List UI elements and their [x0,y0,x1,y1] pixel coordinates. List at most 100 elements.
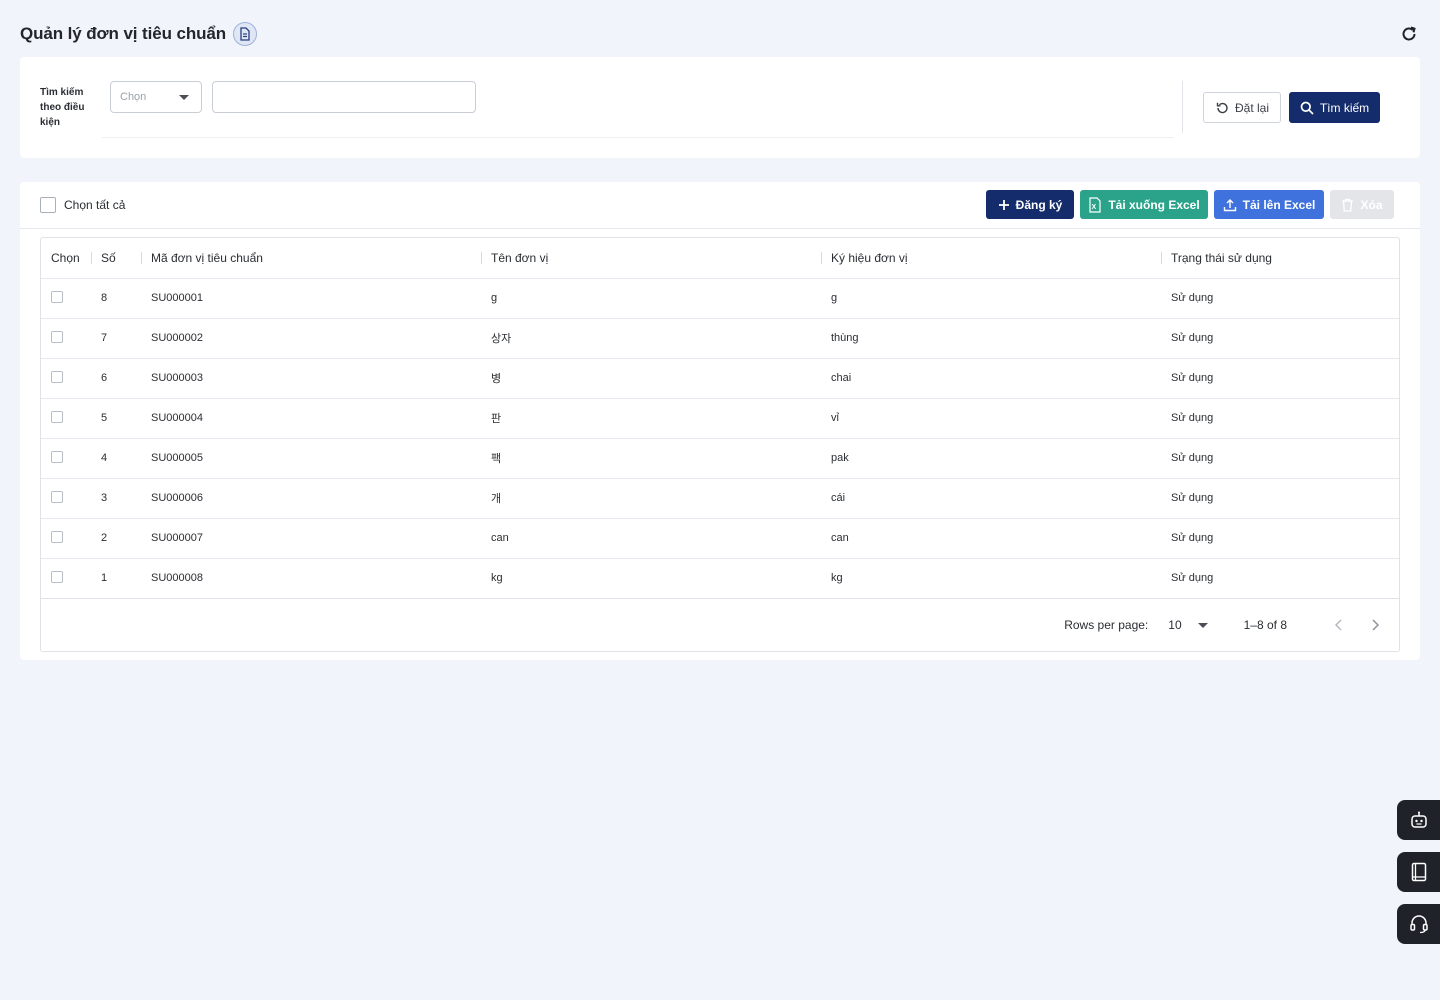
register-button[interactable]: Đăng ký [986,190,1074,219]
cell-symbol: vỉ [821,398,1161,439]
cell-number: 3 [91,478,141,519]
cell-number: 1 [91,558,141,599]
table-row[interactable]: 5 SU000004 판 vỉ Sử dụng [41,398,1399,439]
row-checkbox[interactable] [51,570,63,583]
chevron-right-icon [1372,618,1380,631]
page-title: Quản lý đơn vị tiêu chuẩn [20,24,227,43]
row-checkbox[interactable] [51,290,63,303]
divider [1182,81,1183,133]
headset-icon [1409,915,1428,934]
cell-code: SU000005 [141,438,481,479]
row-checkbox[interactable] [51,450,63,463]
cell-code: SU000008 [141,558,481,599]
trash-icon [1342,198,1354,212]
rows-per-page-label: Rows per page: [1064,617,1149,632]
search-panel: Tìm kiếm theo điều kiện Chọn Đặt lại Tìm… [20,57,1420,158]
chatbot-button[interactable] [1397,800,1440,840]
cell-number: 7 [91,318,141,359]
rows-per-page-select[interactable]: 10 [1168,617,1208,632]
refresh-icon[interactable] [1398,23,1420,45]
delete-button[interactable]: Xóa [1330,190,1394,219]
table-row[interactable]: 4 SU000005 팩 pak Sử dụng [41,438,1399,479]
reset-button-label: Đặt lại [1234,100,1269,115]
table-row[interactable]: 1 SU000008 kg kg Sử dụng [41,558,1399,599]
cell-code: SU000004 [141,398,481,439]
table-row[interactable]: 3 SU000006 개 cái Sử dụng [41,478,1399,519]
cell-status: Sử dụng [1161,518,1399,559]
cell-symbol: g [821,278,1161,319]
cell-status: Sử dụng [1161,358,1399,399]
next-page-button[interactable] [1365,615,1385,635]
robot-icon [1410,811,1427,828]
register-button-label: Đăng ký [1015,197,1063,212]
table-header-row: Chọn Số Mã đơn vị tiêu chuẩn Tên đơn vị … [41,238,1399,279]
caret-down-icon [1197,623,1208,628]
delete-button-label: Xóa [1360,197,1383,212]
book-icon [1411,862,1426,882]
support-button[interactable] [1397,904,1440,944]
row-checkbox[interactable] [51,410,63,423]
table-row[interactable]: 6 SU000003 병 chai Sử dụng [41,358,1399,399]
cell-status: Sử dụng [1161,398,1399,439]
cell-number: 8 [91,278,141,319]
search-icon [1300,101,1314,115]
manual-button[interactable] [1397,852,1440,892]
rows-per-page-value: 10 [1168,617,1182,632]
column-header-symbol[interactable]: Ký hiệu đơn vị [821,238,1161,279]
checkbox[interactable] [40,197,56,213]
cell-number: 6 [91,358,141,399]
cell-name: 개 [481,478,821,519]
unit-list-panel: Chọn tất cả Đăng ký X Tải xuống Excel Tả… [20,182,1420,660]
cell-number: 2 [91,518,141,559]
upload-excel-button[interactable]: Tải lên Excel [1214,190,1324,219]
table-row[interactable]: 8 SU000001 g g Sử dụng [41,278,1399,319]
column-header-name[interactable]: Tên đơn vị [481,238,821,279]
toolbar: Chọn tất cả Đăng ký X Tải xuống Excel Tả… [20,182,1420,229]
table-row[interactable]: 2 SU000007 can can Sử dụng [41,518,1399,559]
search-condition-label: Tìm kiếm theo điều kiện [40,87,85,128]
select-all-checkbox[interactable]: Chọn tất cả [40,197,125,213]
prev-page-button[interactable] [1329,615,1349,635]
row-checkbox[interactable] [51,330,63,343]
upload-excel-label: Tải lên Excel [1242,197,1316,212]
page-range: 1–8 of 8 [1243,617,1287,632]
cell-name: 병 [481,358,821,399]
svg-text:X: X [1092,204,1097,211]
document-icon[interactable] [233,22,258,46]
column-header-number: Số [91,238,141,279]
cell-code: SU000003 [141,358,481,399]
upload-icon [1223,198,1236,211]
cell-number: 5 [91,398,141,439]
download-excel-button[interactable]: X Tải xuống Excel [1080,190,1208,219]
condition-select-value: Chọn [120,91,147,103]
cell-name: 팩 [481,438,821,479]
column-header-code[interactable]: Mã đơn vị tiêu chuẩn [141,238,481,279]
cell-code: SU000007 [141,518,481,559]
search-input[interactable] [212,81,476,113]
cell-name: 판 [481,398,821,439]
cell-symbol: cái [821,478,1161,519]
table-row[interactable]: 7 SU000002 상자 thùng Sử dụng [41,318,1399,359]
cell-name: g [481,278,821,319]
search-button-label: Tìm kiếm [1319,100,1370,115]
cell-code: SU000002 [141,318,481,359]
row-checkbox[interactable] [51,530,63,543]
reset-button[interactable]: Đặt lại [1203,92,1281,123]
cell-code: SU000001 [141,278,481,319]
cell-symbol: can [821,518,1161,559]
cell-status: Sử dụng [1161,318,1399,359]
cell-name: 상자 [481,318,821,359]
column-header-status[interactable]: Trạng thái sử dụng [1161,238,1399,279]
cell-symbol: kg [821,558,1161,599]
condition-select[interactable]: Chọn [110,81,202,113]
cell-status: Sử dụng [1161,478,1399,519]
row-checkbox[interactable] [51,370,63,383]
column-header-select: Chọn [41,238,91,279]
search-button[interactable]: Tìm kiếm [1289,92,1380,123]
row-checkbox[interactable] [51,490,63,503]
divider [102,137,1174,138]
cell-symbol: pak [821,438,1161,479]
page-header: Quản lý đơn vị tiêu chuẩn [20,20,1420,48]
cell-status: Sử dụng [1161,278,1399,319]
excel-download-icon: X [1089,196,1101,213]
